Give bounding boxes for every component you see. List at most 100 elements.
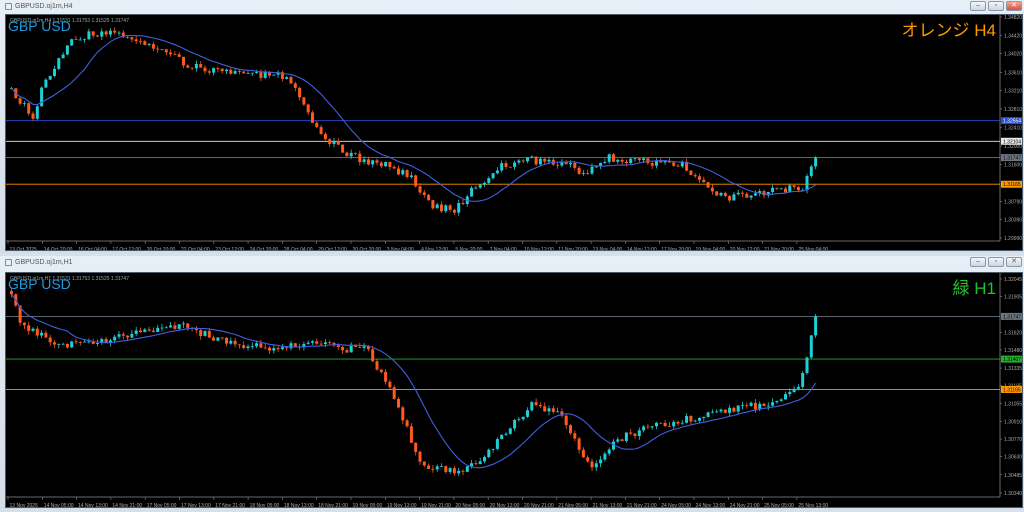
candle	[551, 405, 555, 414]
candlestick-chart[interactable]: 1.34820 1.34420 1.34020 1.33610 1.33210 1.328…	[6, 15, 1022, 253]
candle-body	[581, 449, 585, 458]
restore-button[interactable]: ▫	[988, 257, 1004, 267]
candle	[560, 159, 564, 168]
candle	[57, 343, 61, 349]
candle-body	[207, 330, 211, 338]
candle	[401, 168, 405, 176]
candle-body	[341, 144, 345, 153]
title-bar[interactable]: GBPUSD.oj1m,H1 – ▫ ✕	[0, 256, 1024, 270]
candle	[164, 48, 168, 56]
candle-body	[126, 37, 130, 38]
candle-body	[229, 340, 233, 344]
chart-window-h1[interactable]: GBPUSD.oj1m,H1 – ▫ ✕ 1.32045 1.31905 1.316…	[0, 256, 1024, 509]
candle-body	[268, 347, 271, 351]
candle	[414, 174, 418, 188]
candle-body	[452, 468, 456, 474]
chart-panel[interactable]: 1.34820 1.34420 1.34020 1.33610 1.33210 1.328…	[5, 14, 1023, 253]
candle	[147, 326, 151, 332]
timeframe-label: オレンジ H4	[902, 21, 996, 40]
candle-body	[491, 448, 495, 450]
candle-body	[328, 342, 332, 344]
candle-body	[104, 339, 108, 343]
candle	[517, 416, 521, 422]
candle-body	[298, 87, 302, 98]
candle	[104, 336, 108, 343]
candle-body	[203, 330, 207, 336]
candle	[139, 327, 142, 333]
candle	[272, 345, 276, 354]
restore-button[interactable]: ▫	[988, 1, 1004, 11]
candle-body	[457, 470, 461, 474]
candle-body	[534, 402, 538, 406]
candle-body	[728, 195, 732, 201]
candle	[375, 358, 379, 371]
candle-body	[362, 346, 366, 348]
candle	[573, 430, 577, 442]
candle-body	[560, 162, 564, 166]
time-label: 19 Nov 04:00	[696, 247, 726, 250]
candle-body	[397, 168, 400, 175]
candle	[250, 72, 254, 76]
candle-body	[620, 439, 624, 442]
candle-body	[354, 152, 357, 154]
candle	[263, 69, 267, 79]
candle	[655, 421, 658, 430]
candle	[809, 164, 813, 178]
chart-window-h4[interactable]: GBPUSD.oj1m,H4 – ▫ ✕ 1.34820 1.34420 1.340…	[0, 0, 1024, 253]
candle-body	[741, 404, 744, 406]
candlestick-chart[interactable]: 1.32045 1.31905 1.31620 1.31480 1.31335 1.311…	[6, 273, 1022, 509]
candle-body	[461, 470, 465, 472]
candle-body	[199, 330, 203, 336]
candle	[590, 458, 594, 472]
title-bar[interactable]: GBPUSD.oj1m,H4 – ▫ ✕	[0, 0, 1024, 14]
time-label: 21 Nov 13:00	[593, 503, 623, 507]
candle	[495, 167, 499, 175]
candle	[70, 340, 74, 349]
candle-body	[612, 154, 615, 162]
candle	[564, 414, 568, 430]
candle-body	[530, 402, 534, 411]
candle-body	[151, 44, 155, 49]
candle-body	[517, 419, 521, 421]
candle-body	[573, 162, 577, 168]
candle	[177, 51, 181, 58]
candle-body	[100, 31, 104, 37]
candle	[48, 334, 52, 347]
minimize-button[interactable]: –	[970, 1, 986, 11]
candle-body	[306, 104, 310, 113]
candle	[379, 161, 383, 169]
candle	[650, 161, 654, 170]
window-title: GBPUSD.oj1m,H4	[15, 3, 73, 10]
candle-body	[397, 398, 400, 408]
candle-body	[250, 346, 254, 348]
candle	[474, 185, 478, 190]
time-label: 17 Nov 20:00	[661, 247, 691, 250]
close-button[interactable]: ✕	[1006, 257, 1022, 267]
chart-panel[interactable]: 1.32045 1.31905 1.31620 1.31480 1.31335 1.311…	[5, 272, 1023, 509]
candle-body	[672, 421, 676, 427]
price-tick-label: 1.31480	[1004, 348, 1022, 354]
minimize-button[interactable]: –	[970, 257, 986, 267]
time-label: 20 Oct 20:00	[147, 247, 176, 250]
candle-body	[792, 388, 796, 393]
candle	[48, 75, 52, 80]
close-button[interactable]: ✕	[1006, 1, 1022, 11]
candle	[250, 342, 254, 350]
candle	[65, 45, 69, 56]
candle-body	[650, 426, 654, 428]
candle	[27, 321, 31, 335]
candle	[719, 408, 723, 414]
candle-body	[706, 182, 710, 188]
candle-body	[65, 343, 69, 348]
candle	[483, 181, 486, 187]
time-label: 19 Nov 13:00	[387, 503, 417, 507]
price-level-label: 1.32554	[1003, 119, 1021, 125]
candle	[35, 104, 39, 121]
candle-body	[18, 98, 22, 104]
candle-body	[642, 426, 646, 431]
candle-body	[624, 432, 628, 442]
candle-body	[229, 69, 233, 74]
candle	[194, 326, 198, 334]
candle	[130, 329, 134, 339]
candle-body	[530, 156, 534, 158]
